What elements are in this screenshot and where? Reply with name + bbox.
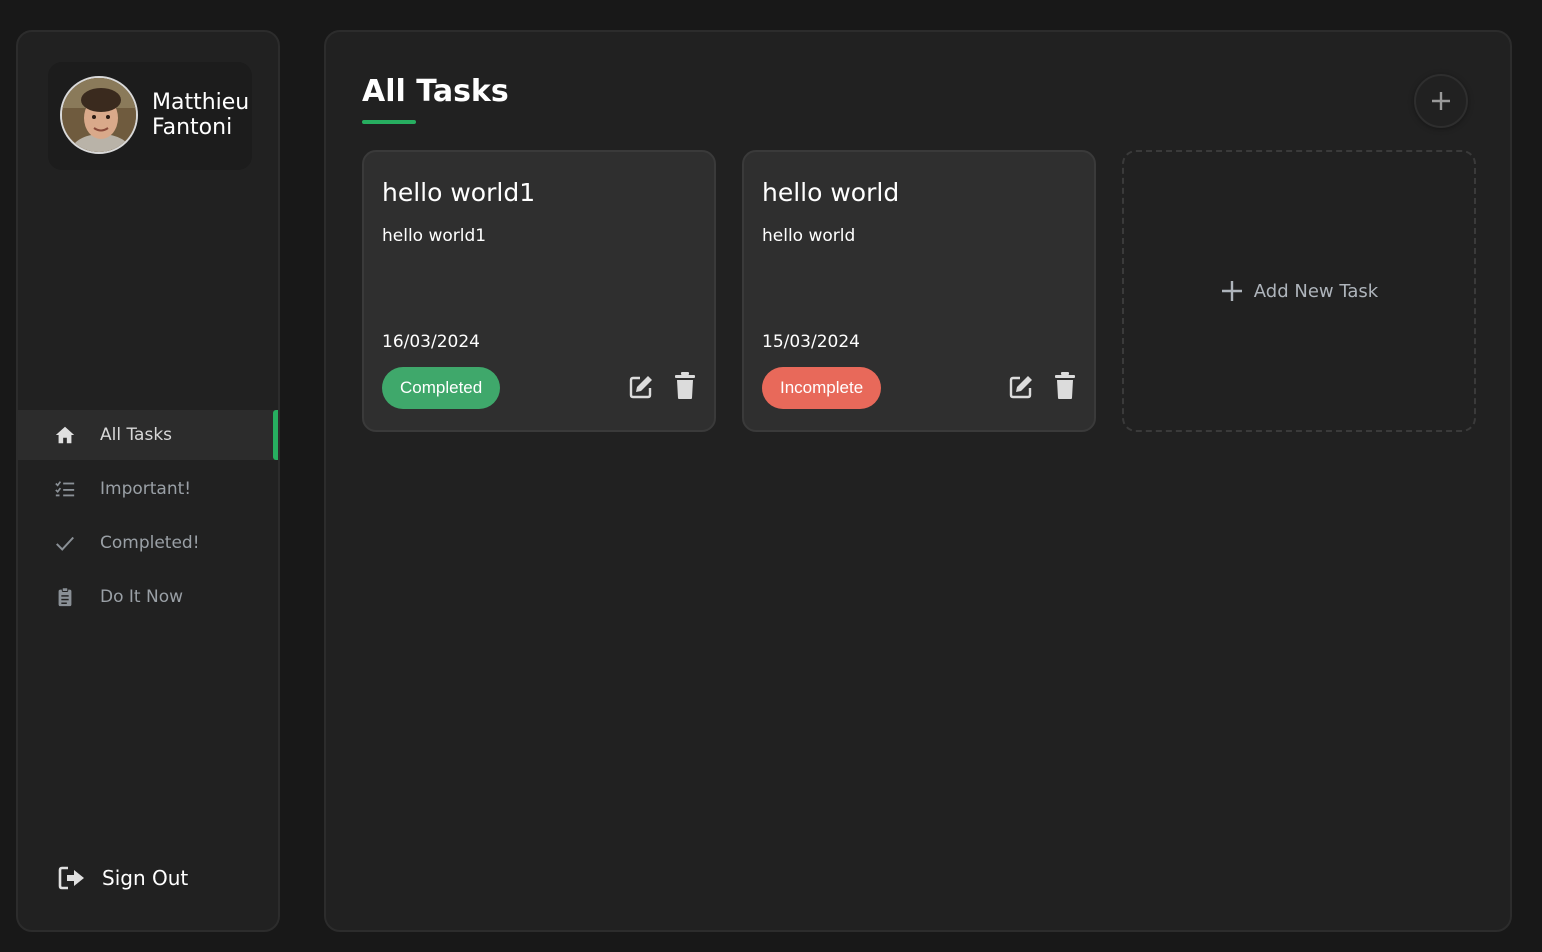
task-card: hello world hello world 15/03/2024 Incom… — [742, 150, 1096, 432]
user-first-name: Matthieu — [152, 90, 250, 115]
plus-icon — [1221, 281, 1242, 301]
main-panel: All Tasks hello world1 hello world1 16/0… — [324, 30, 1512, 932]
sidebar-item-label: All Tasks — [100, 425, 173, 445]
sidebar-item-label: Completed! — [100, 533, 200, 553]
sidebar: Matthieu Fantoni All Tasks Important! Co… — [16, 30, 280, 932]
sidebar-item-label: Important! — [100, 479, 192, 499]
avatar — [60, 76, 138, 154]
sidebar-item-label: Do It Now — [100, 587, 183, 607]
task-card: hello world1 hello world1 16/03/2024 Com… — [362, 150, 716, 432]
edit-icon[interactable] — [1008, 374, 1034, 400]
sign-out-icon — [58, 866, 84, 890]
sidebar-item-do-it-now[interactable]: Do It Now — [18, 572, 278, 622]
user-name: Matthieu Fantoni — [152, 90, 249, 140]
status-button[interactable]: Completed — [382, 367, 501, 409]
trash-icon[interactable] — [674, 372, 696, 400]
sign-out-button[interactable]: Sign Out — [58, 865, 188, 891]
sign-out-label: Sign Out — [102, 866, 189, 890]
home-icon — [55, 426, 75, 444]
add-task-button[interactable] — [1414, 74, 1468, 128]
sidebar-nav: All Tasks Important! Completed! Do It No… — [18, 410, 278, 626]
list-check-icon — [55, 481, 75, 497]
task-date: 16/03/2024 — [382, 332, 480, 352]
plus-icon — [1432, 92, 1450, 110]
sidebar-item-all-tasks[interactable]: All Tasks — [18, 410, 278, 460]
trash-icon[interactable] — [1054, 372, 1076, 400]
avatar-photo-icon — [62, 78, 136, 152]
sidebar-item-important[interactable]: Important! — [18, 464, 278, 514]
sidebar-item-completed[interactable]: Completed! — [18, 518, 278, 568]
user-profile[interactable]: Matthieu Fantoni — [48, 62, 252, 170]
task-title: hello world1 — [382, 178, 536, 207]
task-date: 15/03/2024 — [762, 332, 860, 352]
clipboard-icon — [58, 587, 72, 607]
task-description: hello world1 — [382, 226, 487, 246]
add-new-task-label: Add New Task — [1253, 280, 1379, 302]
user-last-name: Fantoni — [152, 115, 233, 140]
task-description: hello world — [762, 226, 856, 246]
status-button[interactable]: Incomplete — [762, 367, 882, 409]
title-underline — [362, 120, 416, 124]
add-new-task-card[interactable]: Add New Task — [1122, 150, 1476, 432]
page-title: All Tasks — [362, 74, 509, 109]
edit-icon[interactable] — [628, 374, 654, 400]
task-title: hello world — [762, 178, 900, 207]
check-icon — [56, 536, 74, 551]
